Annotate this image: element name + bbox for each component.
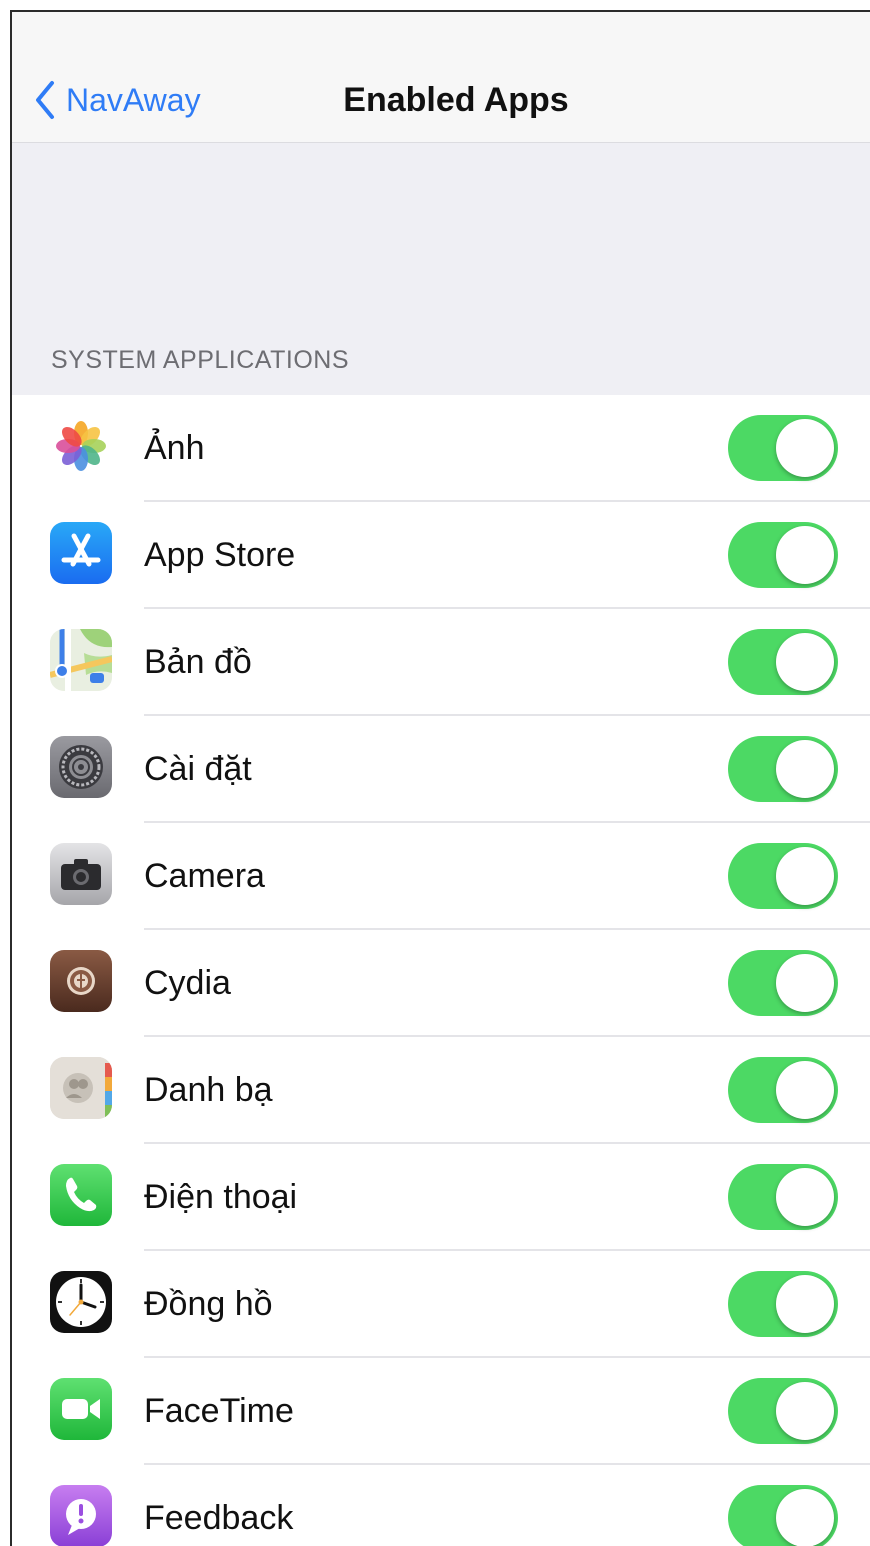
app-label: Ảnh xyxy=(144,429,205,467)
list-item: App Store xyxy=(12,502,870,609)
list-item: Feedback xyxy=(12,1465,870,1546)
app-label: Cydia xyxy=(144,964,231,1002)
app-label: Điện thoại xyxy=(144,1178,298,1216)
toggle-knob xyxy=(776,1382,834,1440)
toggle-switch[interactable] xyxy=(728,736,838,802)
app-list: Ảnh App Store Bản đồ Cài đặt Camera Cydi… xyxy=(12,395,870,1546)
settings-icon xyxy=(50,736,112,798)
toggle-knob xyxy=(776,419,834,477)
list-item: Cài đặt xyxy=(12,716,870,823)
toggle-switch[interactable] xyxy=(728,1485,838,1546)
toggle-knob xyxy=(776,1489,834,1546)
toggle-knob xyxy=(776,526,834,584)
app-label: Danh bạ xyxy=(144,1071,273,1109)
screenshot-frame: NavAway Enabled Apps SYSTEM APPLICATIONS xyxy=(0,0,870,1546)
app-label: Feedback xyxy=(144,1499,294,1537)
app-label: Bản đồ xyxy=(144,643,252,681)
app-label: FaceTime xyxy=(144,1392,294,1430)
toggle-switch[interactable] xyxy=(728,415,838,481)
facetime-icon xyxy=(50,1378,112,1440)
toggle-switch[interactable] xyxy=(728,1378,838,1444)
toggle-switch[interactable] xyxy=(728,1164,838,1230)
contacts-icon xyxy=(50,1057,112,1119)
app-label: Cài đặt xyxy=(144,750,252,788)
list-item: Danh bạ xyxy=(12,1037,870,1144)
list-item: Đồng hồ xyxy=(12,1251,870,1358)
toggle-knob xyxy=(776,847,834,905)
camera-icon xyxy=(50,843,112,905)
toggle-switch[interactable] xyxy=(728,629,838,695)
list-item: Camera xyxy=(12,823,870,930)
list-item: Bản đồ xyxy=(12,609,870,716)
toggle-knob xyxy=(776,1061,834,1119)
cydia-icon xyxy=(50,950,112,1012)
navigation-bar: NavAway Enabled Apps xyxy=(12,12,870,143)
toggle-switch[interactable] xyxy=(728,1057,838,1123)
list-item: FaceTime xyxy=(12,1358,870,1465)
feedback-icon xyxy=(50,1485,112,1546)
photos-icon xyxy=(50,415,112,477)
toggle-switch[interactable] xyxy=(728,950,838,1016)
maps-icon xyxy=(50,629,112,691)
phone-icon xyxy=(50,1164,112,1226)
toggle-knob xyxy=(776,1275,834,1333)
enabled-apps-screen: NavAway Enabled Apps SYSTEM APPLICATIONS xyxy=(12,12,870,1546)
toggle-knob xyxy=(776,954,834,1012)
app-store-icon xyxy=(50,522,112,584)
clock-icon xyxy=(50,1271,112,1333)
page-title: Enabled Apps xyxy=(343,81,569,119)
toggle-knob xyxy=(776,740,834,798)
list-item: Cydia xyxy=(12,930,870,1037)
app-label: Camera xyxy=(144,857,265,895)
section-header: SYSTEM APPLICATIONS xyxy=(51,346,350,374)
toggle-knob xyxy=(776,1168,834,1226)
app-label: Đồng hồ xyxy=(144,1285,273,1323)
list-item: Ảnh xyxy=(12,395,870,502)
toggle-switch[interactable] xyxy=(728,843,838,909)
app-label: App Store xyxy=(144,536,296,574)
toggle-knob xyxy=(776,633,834,691)
list-item: Điện thoại xyxy=(12,1144,870,1251)
toggle-switch[interactable] xyxy=(728,522,838,588)
toggle-switch[interactable] xyxy=(728,1271,838,1337)
